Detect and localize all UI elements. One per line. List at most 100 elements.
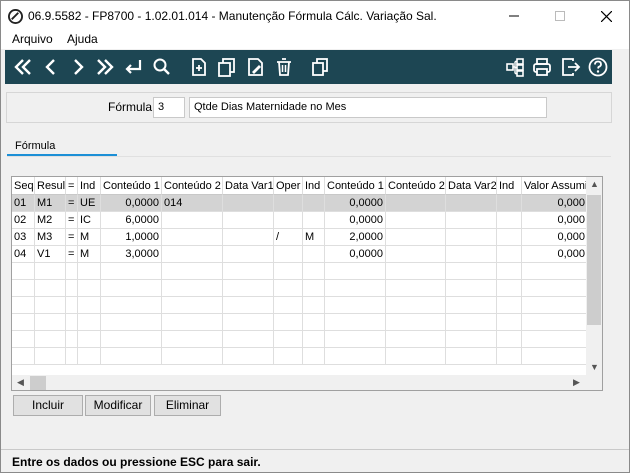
grid-cell[interactable]: 0,0000 [325, 212, 386, 229]
exit-button[interactable] [558, 54, 584, 80]
grid-cell[interactable] [101, 280, 162, 297]
grid-cell[interactable] [35, 297, 66, 314]
grid-column-header[interactable]: Resul [35, 177, 66, 195]
grid-cell[interactable]: 0,0000 [325, 246, 386, 263]
grid-cell[interactable] [223, 348, 274, 365]
grid-cell[interactable]: V1 [35, 246, 66, 263]
grid-cell[interactable]: 014 [162, 195, 223, 212]
vertical-scrollbar[interactable]: ▲ ▼ [586, 177, 602, 375]
edit-button[interactable] [243, 54, 269, 80]
formula-grid[interactable]: Seq Resul = Ind Conteúdo 1 Conteúdo 2 Data Var… [11, 176, 603, 391]
grid-cell[interactable] [223, 229, 274, 246]
grid-cell[interactable] [303, 331, 325, 348]
grid-cell[interactable] [303, 348, 325, 365]
grid-cell[interactable] [274, 246, 303, 263]
grid-cell[interactable] [497, 246, 522, 263]
grid-column-header[interactable]: Ind [303, 177, 325, 195]
grid-cell[interactable] [325, 331, 386, 348]
grid-cell[interactable] [522, 348, 588, 365]
grid-cell[interactable] [66, 280, 78, 297]
grid-cell[interactable] [303, 297, 325, 314]
duplicate-button[interactable] [307, 54, 333, 80]
scroll-left-icon[interactable]: ◀ [17, 377, 24, 388]
grid-cell[interactable] [78, 348, 101, 365]
grid-cell[interactable] [497, 314, 522, 331]
grid-cell[interactable] [101, 331, 162, 348]
grid-cell[interactable] [497, 331, 522, 348]
grid-cell[interactable]: M [78, 246, 101, 263]
grid-cell[interactable] [78, 280, 101, 297]
grid-cell[interactable] [66, 331, 78, 348]
grid-cell[interactable] [386, 297, 446, 314]
grid-cell[interactable] [386, 331, 446, 348]
grid-cell[interactable] [223, 331, 274, 348]
grid-column-header[interactable]: = [66, 177, 78, 195]
grid-cell[interactable] [446, 263, 497, 280]
grid-cell[interactable]: 04 [12, 246, 35, 263]
grid-column-header[interactable]: Oper [274, 177, 303, 195]
grid-cell[interactable] [12, 331, 35, 348]
grid-cell[interactable] [223, 246, 274, 263]
menu-ajuda[interactable]: Ajuda [67, 32, 98, 46]
grid-cell[interactable] [386, 229, 446, 246]
scroll-up-icon[interactable]: ▲ [590, 179, 599, 189]
grid-cell[interactable] [78, 263, 101, 280]
copy-button[interactable] [214, 54, 240, 80]
grid-cell[interactable] [35, 331, 66, 348]
tree-view-button[interactable] [502, 54, 528, 80]
grid-cell[interactable]: = [66, 195, 78, 212]
grid-cell[interactable] [101, 348, 162, 365]
grid-cell[interactable] [303, 314, 325, 331]
grid-cell[interactable] [446, 348, 497, 365]
grid-cell[interactable] [522, 297, 588, 314]
grid-cell[interactable]: M [303, 229, 325, 246]
grid-cell[interactable] [303, 263, 325, 280]
first-record-button[interactable] [10, 54, 36, 80]
grid-cell[interactable]: 0,000 [522, 246, 588, 263]
grid-cell[interactable] [303, 246, 325, 263]
grid-cell[interactable] [522, 280, 588, 297]
grid-cell[interactable] [522, 331, 588, 348]
grid-cell[interactable] [162, 314, 223, 331]
grid-column-header[interactable]: Conteúdo 2 [162, 177, 223, 195]
grid-cell[interactable] [162, 229, 223, 246]
grid-cell[interactable] [446, 212, 497, 229]
grid-column-header[interactable]: Conteúdo 2 [386, 177, 446, 195]
grid-cell[interactable]: M3 [35, 229, 66, 246]
minimize-button[interactable] [491, 1, 537, 31]
grid-cell[interactable]: M [78, 229, 101, 246]
include-button[interactable]: Incluir [13, 395, 83, 416]
grid-cell[interactable] [162, 280, 223, 297]
grid-column-header[interactable]: Conteúdo 1 [325, 177, 386, 195]
formula-description-field[interactable]: Qtde Dias Maternidade no Mes [189, 97, 547, 118]
grid-cell[interactable] [325, 348, 386, 365]
grid-cell[interactable]: 03 [12, 229, 35, 246]
grid-cell[interactable] [35, 263, 66, 280]
grid-cell[interactable] [12, 280, 35, 297]
grid-cell[interactable] [446, 331, 497, 348]
grid-cell[interactable] [223, 280, 274, 297]
grid-cell[interactable]: 0,000 [522, 229, 588, 246]
modify-button[interactable]: Modificar [85, 395, 151, 416]
grid-cell[interactable] [162, 212, 223, 229]
grid-cell[interactable] [12, 314, 35, 331]
print-button[interactable] [529, 54, 555, 80]
return-button[interactable] [120, 54, 146, 80]
grid-cell[interactable] [223, 314, 274, 331]
grid-column-header[interactable]: Conteúdo 1 [101, 177, 162, 195]
delete-row-button[interactable]: Eliminar [154, 395, 221, 416]
grid-cell[interactable] [274, 212, 303, 229]
grid-cell[interactable] [162, 348, 223, 365]
grid-cell[interactable] [386, 195, 446, 212]
grid-cell[interactable] [497, 263, 522, 280]
grid-cell[interactable] [446, 195, 497, 212]
grid-cell[interactable] [446, 297, 497, 314]
grid-cell[interactable] [497, 212, 522, 229]
scroll-right-icon[interactable]: ▶ [573, 377, 580, 388]
grid-cell[interactable] [497, 280, 522, 297]
menu-arquivo[interactable]: Arquivo [12, 32, 53, 46]
grid-cell[interactable] [497, 348, 522, 365]
horizontal-scroll-thumb[interactable] [30, 376, 46, 390]
grid-cell[interactable]: 3,0000 [101, 246, 162, 263]
grid-cell[interactable]: IC [78, 212, 101, 229]
